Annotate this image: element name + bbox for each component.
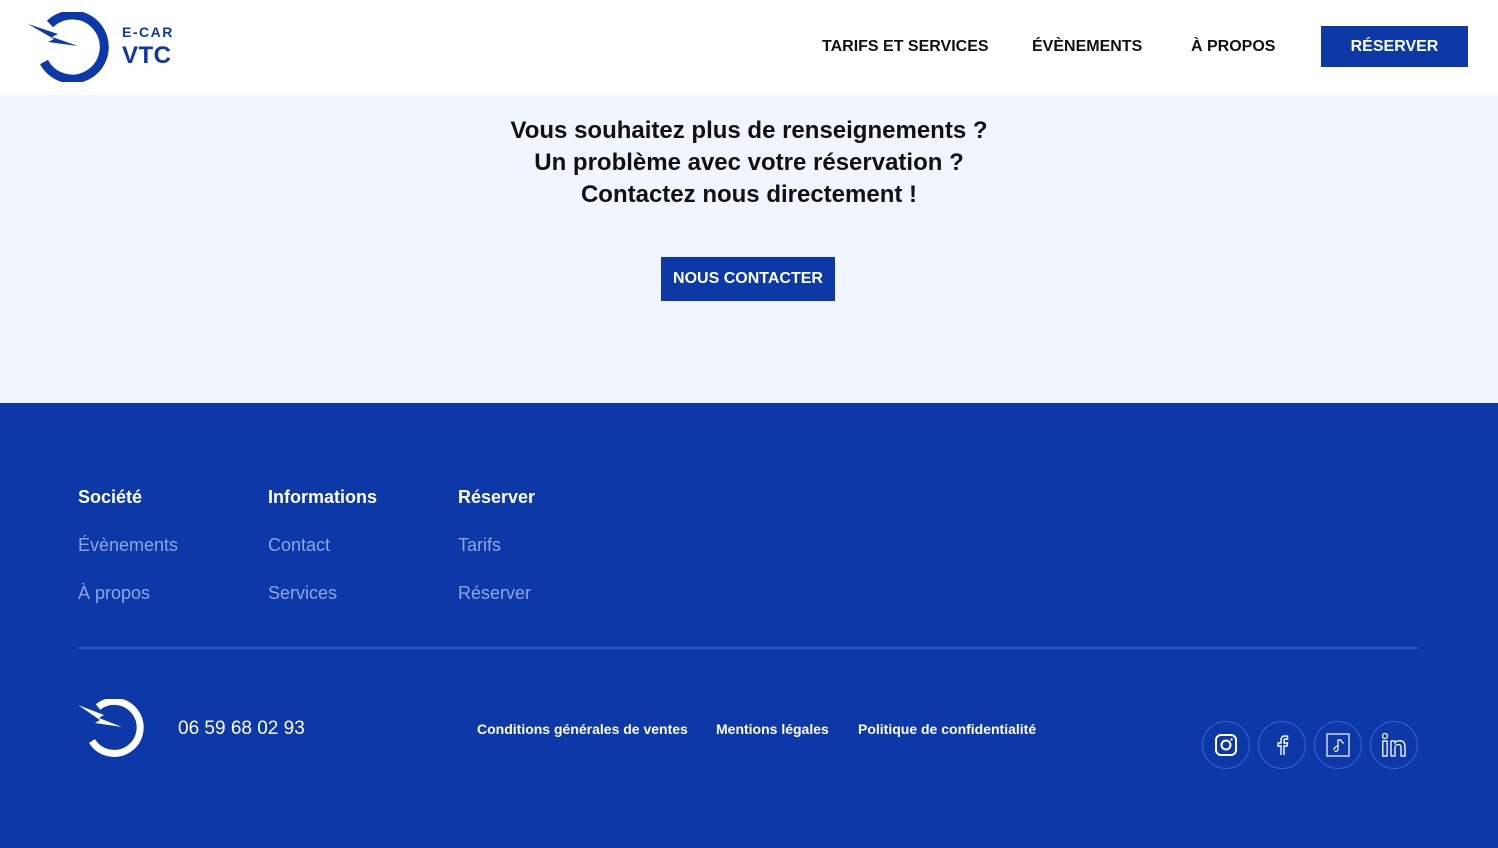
footer-link-contact[interactable]: Contact — [268, 535, 330, 556]
footer-logo-icon[interactable] — [78, 699, 148, 759]
brand-name-bottom: VTC — [122, 42, 172, 69]
footer-legal-cgv[interactable]: Conditions générales de ventes — [477, 721, 688, 737]
site-footer: Société Informations Réserver Évènements… — [0, 403, 1498, 848]
contact-heading-line-3: Contactez nous directement ! — [580, 181, 918, 208]
footer-link-evenements[interactable]: Évènements — [78, 535, 178, 556]
contact-section: Vous souhaitez plus de renseignements ? … — [0, 95, 1498, 403]
tiktok-icon — [1326, 733, 1350, 757]
footer-legal-mentions[interactable]: Mentions légales — [716, 721, 829, 737]
brand-name-top: E-CAR — [122, 24, 174, 40]
footer-divider — [78, 647, 1418, 649]
footer-link-tarifs[interactable]: Tarifs — [458, 535, 501, 556]
footer-link-reserver[interactable]: Réserver — [458, 583, 531, 604]
instagram-icon — [1215, 734, 1237, 756]
footer-legal-confidentialite[interactable]: Politique de confidentialité — [858, 721, 1036, 737]
nav-a-propos[interactable]: À PROPOS — [1191, 38, 1275, 58]
linkedin-icon — [1381, 732, 1406, 757]
footer-link-services[interactable]: Services — [268, 583, 337, 604]
footer-link-a-propos[interactable]: À propos — [78, 583, 150, 604]
footer-column-title-societe: Société — [78, 487, 143, 507]
reserver-button[interactable]: RÉSERVER — [1321, 26, 1468, 67]
nous-contacter-button[interactable]: NOUS CONTACTER — [661, 257, 835, 301]
contact-heading-line-1: Vous souhaitez plus de renseignements ? — [510, 117, 988, 144]
linkedin-button[interactable] — [1370, 721, 1418, 769]
site-header: E-CAR VTC TARIFS ET SERVICES ÉVÈNEMENTS … — [0, 0, 1498, 95]
logo-mark-icon — [28, 12, 109, 82]
facebook-icon — [1277, 735, 1289, 755]
footer-column-title-informations: Informations — [268, 487, 378, 507]
instagram-button[interactable] — [1202, 721, 1250, 769]
contact-heading-line-2: Un problème avec votre réservation ? — [534, 149, 964, 176]
nav-evenements[interactable]: ÉVÈNEMENTS — [1032, 38, 1142, 58]
tiktok-button[interactable] — [1314, 721, 1362, 769]
footer-phone-number[interactable]: 06 59 68 02 93 — [178, 718, 305, 740]
footer-column-title-reserver: Réserver — [458, 487, 536, 507]
nav-tarifs-et-services[interactable]: TARIFS ET SERVICES — [822, 38, 989, 58]
brand-logo[interactable]: E-CAR VTC — [28, 12, 188, 82]
facebook-button[interactable] — [1258, 721, 1306, 769]
